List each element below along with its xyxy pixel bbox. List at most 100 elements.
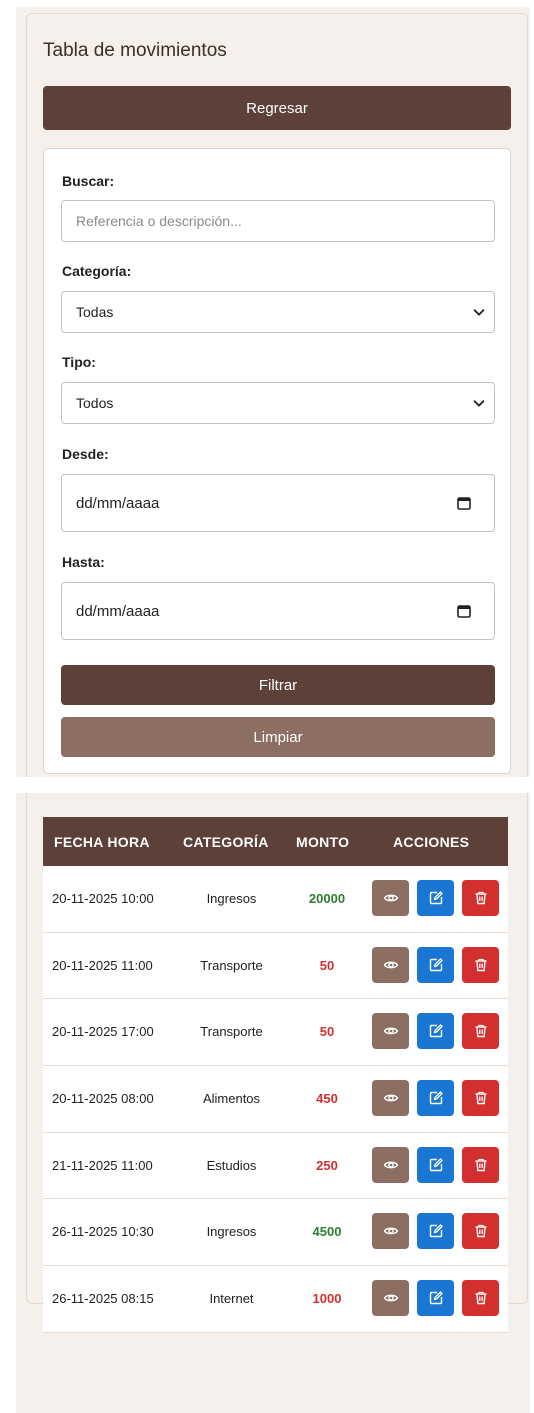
edit-button[interactable] [417,1013,454,1050]
edit-icon [428,1290,444,1306]
table-row: 26-11-2025 10:30 Ingresos 4500 [43,1199,508,1267]
trash-icon [473,957,489,973]
edit-icon [428,1023,444,1039]
view-button[interactable] [372,880,409,916]
edit-icon [428,1223,444,1239]
type-label: Tipo: [62,354,96,370]
from-date-value: dd/mm/aaaa [76,494,160,512]
row-category: Estudios [206,1157,257,1173]
row-datetime: 20-11-2025 10:00 [52,891,154,906]
table-row: 26-11-2025 08:15 Internet 1000 [43,1266,508,1333]
page-title: Tabla de movimientos [43,40,227,61]
from-label: Desde: [62,446,109,462]
eye-icon [383,1290,399,1306]
delete-button[interactable] [462,880,499,916]
table-row: 20-11-2025 08:00 Alimentos 450 [43,1066,508,1133]
trash-icon [473,1290,489,1306]
view-button[interactable] [372,946,409,983]
row-category: Transporte [200,957,263,973]
eye-icon [383,1090,399,1106]
category-select[interactable]: Todas [61,291,495,333]
view-button[interactable] [372,1280,409,1317]
type-selected-value: Todos [76,395,114,411]
table-row: 20-11-2025 10:00 Ingresos 20000 [43,866,508,933]
filter-form: Buscar: Referencia o descripción... Cate… [43,148,511,774]
row-datetime: 21-11-2025 11:00 [52,1157,153,1173]
eye-icon [383,890,399,906]
edit-icon [428,1090,444,1106]
row-amount: 450 [316,1091,338,1107]
delete-button[interactable] [462,1146,499,1183]
edit-button[interactable] [417,1213,454,1250]
edit-button[interactable] [417,1280,454,1317]
table-body: 20-11-2025 10:00 Ingresos 20000 20-11-2025 … [43,866,508,1333]
row-category: Transporte [200,1024,263,1040]
table-row: 21-11-2025 11:00 Estudios 250 [43,1132,508,1200]
row-amount: 1000 [312,1291,342,1307]
edit-button[interactable] [417,1080,454,1117]
eye-icon [383,957,399,973]
to-date-input[interactable]: dd/mm/aaaa [61,582,495,640]
to-label: Hasta: [62,554,105,570]
delete-button[interactable] [462,946,499,983]
row-category: Internet [209,1291,254,1307]
row-amount: 20000 [308,891,346,906]
header-actions: ACCIONES [393,834,470,850]
row-amount: 50 [319,957,335,973]
search-placeholder: Referencia o descripción... [76,213,242,229]
row-amount: 50 [319,1024,335,1040]
back-button[interactable]: Regresar [43,86,511,130]
calendar-icon[interactable] [456,495,472,511]
trash-icon [473,1157,489,1173]
delete-button[interactable] [462,1280,499,1317]
eye-icon [383,1157,399,1173]
eye-icon [383,1223,399,1239]
header-datetime: FECHA HORA [54,834,150,850]
row-datetime: 20-11-2025 17:00 [52,1024,154,1040]
search-input[interactable]: Referencia o descripción... [61,200,495,242]
delete-button[interactable] [462,1080,499,1117]
category-label: Categoría: [62,263,132,279]
from-date-input[interactable]: dd/mm/aaaa [61,474,495,532]
edit-icon [428,1157,444,1173]
edit-icon [428,890,444,906]
header-amount: MONTO [296,834,350,850]
chevron-down-icon [473,309,485,316]
filter-button[interactable]: Filtrar [61,665,495,705]
trash-icon [473,1223,489,1239]
view-button[interactable] [372,1013,409,1050]
calendar-icon[interactable] [456,603,472,619]
row-amount: 4500 [312,1224,342,1240]
clear-button[interactable]: Limpiar [61,717,495,757]
edit-button[interactable] [417,1146,454,1183]
row-category: Ingresos [206,1224,257,1240]
to-date-value: dd/mm/aaaa [76,602,160,620]
trash-icon [473,1023,489,1039]
row-amount: 250 [316,1157,338,1173]
edit-icon [428,957,444,973]
view-button[interactable] [372,1080,409,1117]
trash-icon [473,890,489,906]
header-category: CATEGORÍA [183,834,269,850]
row-datetime: 20-11-2025 08:00 [52,1091,154,1107]
search-label: Buscar: [62,173,115,189]
row-datetime: 20-11-2025 11:00 [52,957,153,973]
edit-button[interactable] [417,946,454,983]
table-row: 20-11-2025 17:00 Transporte 50 [43,999,508,1067]
row-datetime: 26-11-2025 10:30 [52,1224,154,1240]
category-selected-value: Todas [76,304,114,320]
eye-icon [383,1023,399,1039]
row-datetime: 26-11-2025 08:15 [52,1291,154,1307]
chevron-down-icon [473,400,485,407]
movements-table: FECHA HORA CATEGORÍA MONTO ACCIONES 20-1… [43,817,508,1333]
trash-icon [473,1090,489,1106]
type-select[interactable]: Todos [61,382,495,424]
table-header: FECHA HORA CATEGORÍA MONTO ACCIONES [43,817,508,866]
delete-button[interactable] [462,1213,499,1250]
view-button[interactable] [372,1213,409,1250]
delete-button[interactable] [462,1013,499,1050]
table-row: 20-11-2025 11:00 Transporte 50 [43,932,508,1000]
row-category: Ingresos [206,891,257,906]
edit-button[interactable] [417,880,454,916]
view-button[interactable] [372,1146,409,1183]
